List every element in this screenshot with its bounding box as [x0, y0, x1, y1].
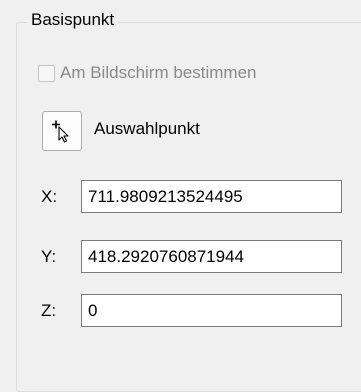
screen-checkbox-label: Am Bildschirm bestimmen	[60, 63, 257, 82]
z-coordinate-input[interactable]: 0	[81, 294, 342, 327]
y-label: Y:	[41, 247, 57, 266]
z-label: Z:	[41, 301, 57, 320]
screen-checkbox	[38, 64, 55, 82]
x-coordinate-input[interactable]: 711.9809213524495	[81, 180, 342, 213]
pick-point-label: Auswahlpunkt	[94, 119, 200, 138]
y-coordinate-input[interactable]: 418.2920760871944	[81, 240, 342, 273]
pick-point-cursor-icon	[52, 120, 69, 143]
x-label: X:	[41, 187, 58, 206]
screen-checkbox-row: Am Bildschirm bestimmen	[38, 63, 257, 83]
group-title: Basispunkt	[27, 9, 119, 31]
pick-point-button[interactable]	[42, 111, 82, 151]
